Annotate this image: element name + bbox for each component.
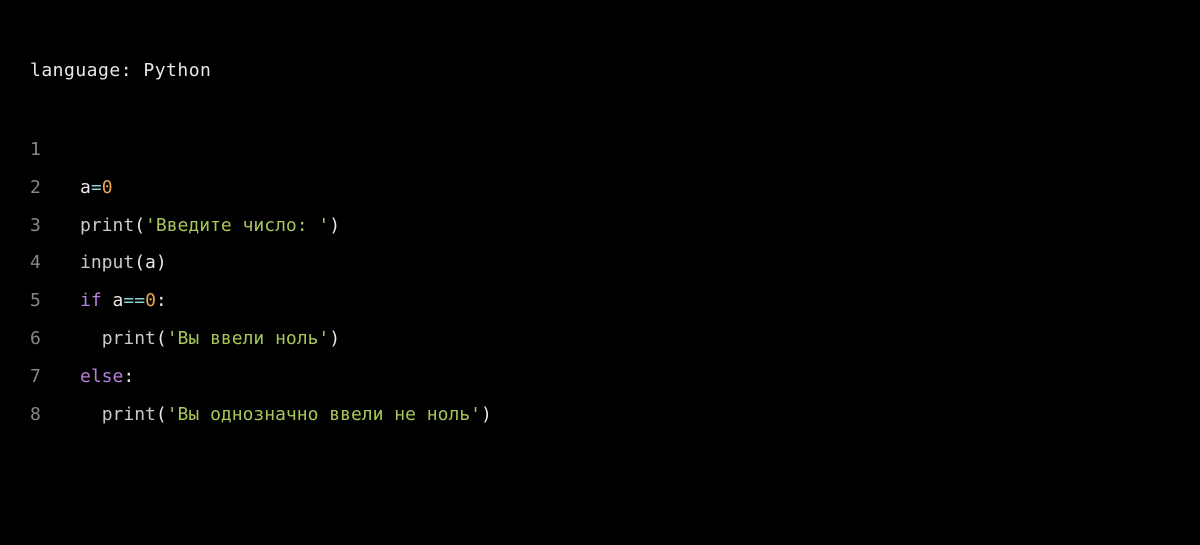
line-number: 5 <box>30 282 80 320</box>
code-line: 7else: <box>30 358 1170 396</box>
line-number: 1 <box>30 131 80 169</box>
code-token: 'Введите число: ' <box>145 215 329 236</box>
code-content: input(a) <box>80 244 167 282</box>
line-number: 7 <box>30 358 80 396</box>
code-token: a <box>145 252 156 273</box>
line-number: 8 <box>30 396 80 434</box>
language-value: Python <box>143 60 211 81</box>
code-token: 0 <box>145 290 156 311</box>
code-line: 8 print('Вы однозначно ввели не ноль') <box>30 396 1170 434</box>
code-token: print <box>80 215 134 236</box>
code-line: 2a=0 <box>30 169 1170 207</box>
code-token: ( <box>156 404 167 425</box>
code-token: ( <box>134 215 145 236</box>
code-token: if <box>80 290 102 311</box>
code-content: else: <box>80 358 134 396</box>
line-number: 3 <box>30 207 80 245</box>
code-token: input <box>80 252 134 273</box>
code-token: 0 <box>102 177 113 198</box>
code-token: 'Вы ввели ноль' <box>167 328 330 349</box>
code-content: if a==0: <box>80 282 167 320</box>
line-number: 2 <box>30 169 80 207</box>
code-token: ) <box>156 252 167 273</box>
code-token: ( <box>134 252 145 273</box>
code-token: a <box>102 290 124 311</box>
code-token: ) <box>329 328 340 349</box>
code-line: 6 print('Вы ввели ноль') <box>30 320 1170 358</box>
code-token: : <box>123 366 134 387</box>
line-number: 4 <box>30 244 80 282</box>
code-token <box>80 328 102 349</box>
code-content: print('Вы однозначно ввели не ноль') <box>80 396 492 434</box>
code-line: 5if a==0: <box>30 282 1170 320</box>
code-token: ) <box>481 404 492 425</box>
code-block: 12a=03print('Введите число: ')4input(a)5… <box>30 131 1170 433</box>
code-token <box>80 404 102 425</box>
code-token: print <box>102 328 156 349</box>
code-token: print <box>102 404 156 425</box>
code-content: print('Вы ввели ноль') <box>80 320 340 358</box>
code-token: == <box>123 290 145 311</box>
code-token: = <box>91 177 102 198</box>
code-line: 3print('Введите число: ') <box>30 207 1170 245</box>
code-token: ) <box>329 215 340 236</box>
line-number: 6 <box>30 320 80 358</box>
language-prefix: language: <box>30 60 143 81</box>
code-line: 4input(a) <box>30 244 1170 282</box>
code-token: else <box>80 366 123 387</box>
code-token: a <box>80 177 91 198</box>
code-content: a=0 <box>80 169 113 207</box>
code-token: : <box>156 290 167 311</box>
code-content: print('Введите число: ') <box>80 207 340 245</box>
code-token: ( <box>156 328 167 349</box>
language-label: language: Python <box>30 60 1170 81</box>
code-line: 1 <box>30 131 1170 169</box>
code-token: 'Вы однозначно ввели не ноль' <box>167 404 481 425</box>
